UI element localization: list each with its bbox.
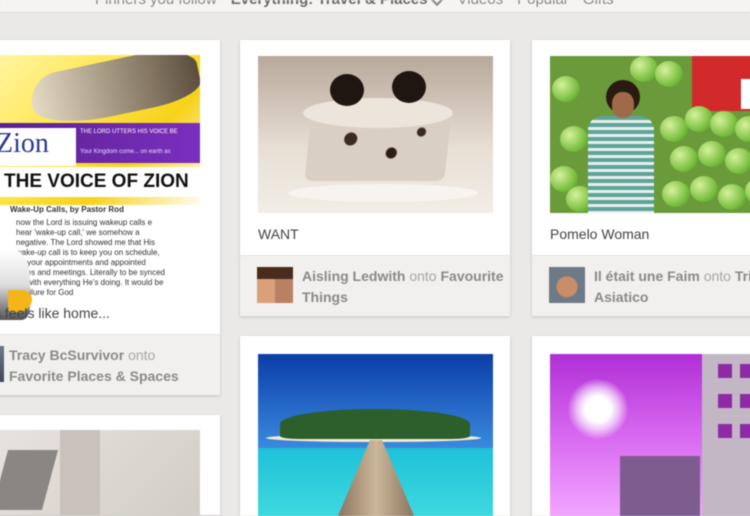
pomelo-fruit: [630, 56, 658, 82]
pinner-name-link[interactable]: Il était une Faim: [594, 268, 700, 284]
pin-image[interactable]: [258, 56, 493, 213]
pomelo-fruit: [685, 106, 713, 132]
building-window: [740, 424, 750, 438]
pin-description: s feels like home...: [0, 305, 110, 321]
pin-image[interactable]: [258, 354, 493, 516]
cake-plate-image: [288, 184, 478, 202]
building-image: [620, 456, 700, 516]
building-window: [718, 424, 732, 438]
pin-card[interactable]: THE LORD UTTERS HIS VOICE BE Your Kingdo…: [0, 40, 220, 395]
nav-popular[interactable]: Popular: [517, 0, 569, 8]
pomelo-fruit: [552, 76, 580, 102]
object-shape: [60, 430, 100, 515]
nav-category-dropdown[interactable]: Everything: Travel & Places: [231, 0, 444, 8]
avatar-photo: [549, 267, 585, 303]
avatar[interactable]: [257, 267, 293, 303]
pin-attribution: Tracy BcSurvivor onto Favorite Places & …: [0, 334, 220, 395]
pomelo-fruit: [655, 61, 683, 87]
pin-attribution: Il était une Faim onto Trip Asiatico: [532, 255, 750, 316]
zion-tagline: THE LORD UTTERS HIS VOICE BE: [80, 129, 178, 135]
pomelo-fruit: [725, 148, 750, 174]
pin-image[interactable]: [550, 56, 750, 213]
onto-label: onto: [703, 268, 731, 284]
onto-label: onto: [128, 347, 156, 363]
pin-description: Pomelo Woman: [550, 226, 650, 242]
pin-card[interactable]: [532, 336, 750, 516]
avatar[interactable]: [0, 346, 4, 382]
pin-card[interactable]: [0, 415, 220, 515]
building-window: [718, 364, 732, 378]
pin-description: WANT: [258, 226, 299, 242]
pin-card[interactable]: [240, 336, 510, 516]
sun-glare-image: [568, 379, 628, 439]
attribution-text: Tracy BcSurvivor onto Favorite Places & …: [9, 345, 179, 387]
pomelo-fruit: [710, 111, 738, 137]
island-trees-image: [280, 409, 470, 439]
attribution-text: Il était une Faim onto Trip Asiatico: [594, 266, 750, 308]
cookie-image: [392, 71, 426, 103]
avatar-hair: [257, 267, 293, 279]
pin-image[interactable]: [0, 430, 200, 515]
cake-frosting-image: [303, 98, 453, 128]
pin-image[interactable]: THE LORD UTTERS HIS VOICE BE Your Kingdo…: [0, 55, 200, 335]
pinner-name-link[interactable]: Tracy BcSurvivor: [9, 347, 124, 363]
chevron-down-icon: [429, 0, 444, 7]
zion-body-text: now the Lord is issuing wakeup calls e h…: [16, 218, 165, 297]
pin-image[interactable]: [550, 354, 750, 516]
woman-face: [612, 92, 634, 118]
woman-figure: [588, 116, 654, 213]
price-sign-image: [740, 78, 750, 110]
pin-card[interactable]: WANT Aisling Ledwith onto Favourite Thin…: [240, 40, 510, 316]
pomelo-fruit: [718, 184, 746, 210]
pomelo-fruit: [660, 116, 688, 142]
building-window: [718, 394, 732, 408]
pin-card[interactable]: Pomelo Woman Il était une Faim onto Trip…: [532, 40, 750, 316]
attribution-text: Aisling Ledwith onto Favourite Things: [302, 266, 510, 308]
top-nav: Pinners you follow Everything: Travel & …: [0, 0, 750, 13]
pinner-name-link[interactable]: Aisling Ledwith: [302, 268, 405, 284]
building-window: [740, 364, 750, 378]
nav-videos[interactable]: Videos: [458, 0, 504, 8]
pomelo-fruit: [662, 181, 690, 207]
board-name-link[interactable]: Favorite Places & Spaces: [9, 368, 179, 384]
cookie-image: [330, 74, 364, 106]
zion-logo: Zion: [0, 128, 76, 166]
pomelo-fruit: [698, 141, 726, 167]
pomelo-fruit: [560, 126, 588, 152]
zion-subtitle: Your Kingdom come... on earth as: [80, 149, 171, 155]
nav-pinners-you-follow[interactable]: Pinners you follow: [95, 0, 217, 8]
zion-byline: Wake-Up Calls, by Pastor Rod: [10, 205, 124, 214]
avatar[interactable]: [549, 267, 585, 303]
pomelo-fruit: [670, 146, 698, 172]
zion-headline: THE VOICE OF ZION: [0, 167, 200, 197]
pomelo-fruit: [690, 176, 718, 202]
nav-category-label: Everything: Travel & Places: [231, 0, 428, 8]
building-window: [740, 394, 750, 408]
pin-attribution: Aisling Ledwith onto Favourite Things: [240, 255, 510, 316]
onto-label: onto: [409, 268, 437, 284]
nav-gifts[interactable]: Gifts: [583, 0, 614, 8]
